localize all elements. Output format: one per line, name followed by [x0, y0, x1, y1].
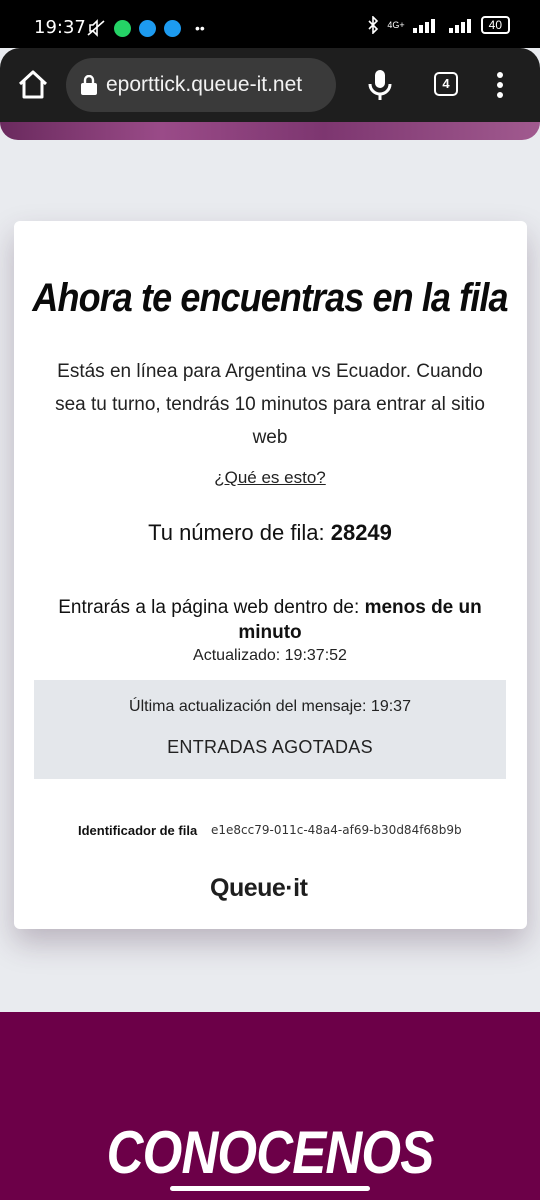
url-text: eporttick.queue-it.net: [106, 73, 303, 96]
queue-number: Tu número de fila: 28249: [0, 520, 540, 546]
tab-switcher-button[interactable]: 4: [434, 72, 458, 96]
signal-icon: [448, 19, 471, 33]
network-type: 4G+: [387, 20, 405, 30]
gesture-bar[interactable]: [170, 1186, 370, 1191]
bluetooth-icon: [368, 16, 379, 34]
updated-time: Actualizado: 19:37:52: [193, 647, 347, 664]
more-dots-icon: ••: [195, 20, 205, 36]
microphone-icon[interactable]: [366, 68, 394, 102]
twitter-icon: [139, 19, 156, 37]
twitter-icon: [164, 19, 181, 37]
message-last-update: Última actualización del mensaje: 19:37: [129, 698, 411, 715]
message-text: ENTRADAS AGOTADAS: [167, 737, 373, 757]
whatsapp-icon: [114, 19, 131, 37]
home-icon[interactable]: [16, 68, 50, 102]
footer-section: CONOCENOS: [0, 1012, 540, 1200]
battery-indicator: 40: [480, 16, 510, 34]
status-bar: 19:37 •• 4G+ 40: [0, 0, 540, 48]
queue-number-value: 28249: [330, 520, 392, 545]
queue-id-label: Identificador de fila: [78, 823, 198, 838]
lock-icon: [81, 75, 97, 95]
browser-toolbar: eporttick.queue-it.net 4: [0, 48, 540, 122]
footer-title: CONOCENOS: [106, 1119, 435, 1186]
eta-label: Entrarás a la página web dentro de:: [58, 597, 360, 618]
signal-icon: [412, 19, 435, 33]
estimated-wait: Entrarás a la página web dentro de: meno…: [40, 595, 500, 645]
address-bar[interactable]: eporttick.queue-it.net: [66, 58, 336, 112]
queue-it-logo: Queue·it: [210, 874, 308, 902]
status-time: 19:37: [34, 17, 86, 38]
message-box: Última actualización del mensaje: 19:37 …: [34, 680, 506, 779]
what-is-this-link[interactable]: ¿Qué es esto?: [0, 468, 540, 488]
queue-intro-text: Estás en línea para Argentina vs Ecuador…: [55, 361, 485, 448]
page-title: Ahora te encuentras en la fila: [32, 276, 508, 320]
header-banner-image: [0, 122, 540, 140]
queue-id-value: e1e8cc79-011c-48a4-af69-b30d84f68b9b: [211, 823, 462, 837]
queue-number-label: Tu número de fila:: [148, 520, 325, 545]
notification-icons: ••: [86, 19, 205, 37]
mute-icon: [87, 19, 105, 37]
more-menu-icon[interactable]: [490, 70, 510, 100]
status-right: 4G+ 40: [367, 16, 510, 34]
